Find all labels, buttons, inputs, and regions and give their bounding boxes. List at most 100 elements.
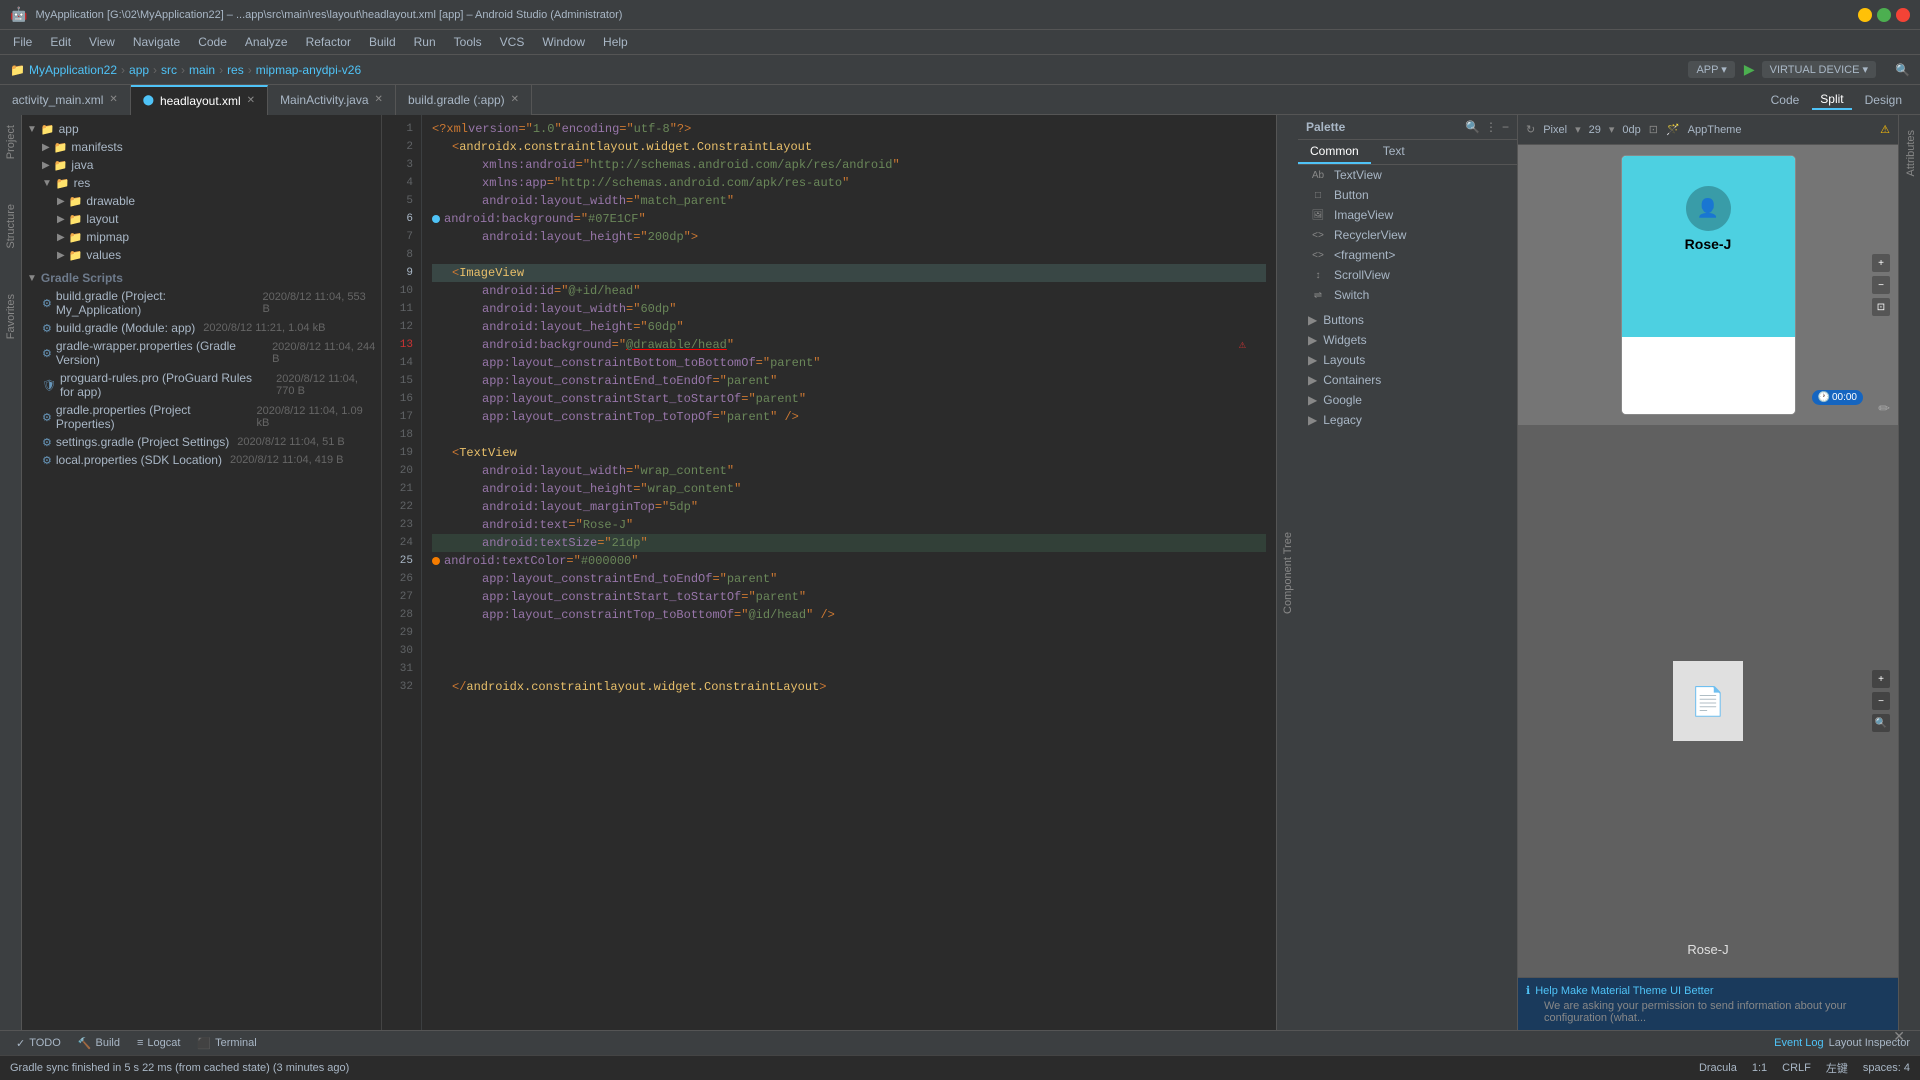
breadcrumb-src[interactable]: src: [161, 63, 177, 77]
palette-category-containers[interactable]: ▶ Containers: [1298, 370, 1517, 390]
toolbar-device-selector[interactable]: VIRTUAL DEVICE ▾: [1762, 61, 1876, 78]
component-tree-toggle[interactable]: Component Tree: [1276, 115, 1298, 1030]
tree-item-gradle-wrapper[interactable]: ⚙ gradle-wrapper.properties (Gradle Vers…: [22, 337, 381, 369]
code-area[interactable]: <?xml version =" 1.0 " encoding =" utf-8…: [422, 115, 1276, 1030]
breadcrumb-mipmap[interactable]: mipmap-anydpi-v26: [256, 63, 361, 77]
preview-0dp-label[interactable]: 0dp: [1622, 124, 1640, 136]
tab-buildgradle[interactable]: build.gradle (:app) ✕: [396, 85, 532, 115]
palette-tab-text[interactable]: Text: [1371, 140, 1417, 164]
palette-search-icon[interactable]: 🔍: [1465, 120, 1480, 134]
tree-item-mipmap[interactable]: ▶ 📁 mipmap: [22, 228, 381, 246]
tab-mainactivity[interactable]: MainActivity.java ✕: [268, 85, 396, 115]
minimize-button[interactable]: [1858, 8, 1872, 22]
encoding-label[interactable]: Dracula: [1699, 1062, 1737, 1074]
tab-mainactivity-close[interactable]: ✕: [375, 94, 383, 105]
tree-item-build-project[interactable]: ⚙ build.gradle (Project: My_Application)…: [22, 287, 381, 319]
tab-activity-main-close[interactable]: ✕: [109, 94, 117, 105]
preview-wand-icon[interactable]: 🪄: [1666, 123, 1680, 136]
preview-bottom-search[interactable]: 🔍: [1872, 714, 1890, 732]
event-log-link[interactable]: Event Log: [1774, 1037, 1824, 1049]
tree-item-java[interactable]: ▶ 📁 java: [22, 156, 381, 174]
tab-activity-main[interactable]: activity_main.xml ✕: [0, 85, 131, 115]
tree-item-manifests[interactable]: ▶ 📁 manifests: [22, 138, 381, 156]
menu-file[interactable]: File: [5, 33, 40, 51]
palette-category-widgets[interactable]: ▶ Widgets: [1298, 330, 1517, 350]
palette-category-legacy[interactable]: ▶ Legacy: [1298, 410, 1517, 430]
bottom-tab-build[interactable]: 🔨 Build: [72, 1035, 126, 1052]
close-button[interactable]: [1896, 8, 1910, 22]
palette-item-scrollview[interactable]: ↕ ScrollView: [1298, 265, 1517, 285]
menu-refactor[interactable]: Refactor: [298, 33, 359, 51]
tree-item-res[interactable]: ▼ 📁 res: [22, 174, 381, 192]
menu-build[interactable]: Build: [361, 33, 404, 51]
preview-zoom-in-button[interactable]: +: [1872, 254, 1890, 272]
tab-buildgradle-close[interactable]: ✕: [511, 94, 519, 105]
preview-bottom-zoom-out[interactable]: −: [1872, 692, 1890, 710]
tree-item-build-app[interactable]: ⚙ build.gradle (Module: app) 2020/8/12 1…: [22, 319, 381, 337]
palette-more-icon[interactable]: ⋮: [1485, 120, 1497, 134]
menu-run[interactable]: Run: [406, 33, 444, 51]
preview-zoom-out-button[interactable]: −: [1872, 276, 1890, 294]
tab-headlayout-close[interactable]: ✕: [247, 95, 255, 106]
palette-item-button[interactable]: □ Button: [1298, 185, 1517, 205]
view-code-tab[interactable]: Code: [1763, 91, 1808, 109]
menu-vcs[interactable]: VCS: [492, 33, 533, 51]
menu-analyze[interactable]: Analyze: [237, 33, 296, 51]
view-split-tab[interactable]: Split: [1812, 90, 1851, 110]
favorites-label[interactable]: Favorites: [2, 289, 20, 344]
menu-help[interactable]: Help: [595, 33, 636, 51]
breadcrumb-app[interactable]: MyApplication22: [29, 63, 117, 77]
palette-item-switch[interactable]: ⇌ Switch: [1298, 285, 1517, 305]
palette-item-fragment[interactable]: <> <fragment>: [1298, 245, 1517, 265]
tree-section-gradle[interactable]: ▼ Gradle Scripts: [22, 269, 381, 287]
preview-refresh-icon[interactable]: ↻: [1526, 123, 1535, 136]
palette-item-textview[interactable]: Ab TextView: [1298, 165, 1517, 185]
toolbar-run-button[interactable]: ▶: [1744, 61, 1755, 78]
structure-label[interactable]: Structure: [2, 199, 20, 254]
menu-window[interactable]: Window: [534, 33, 593, 51]
bottom-tab-logcat[interactable]: ≡ Logcat: [131, 1035, 186, 1051]
palette-tab-common[interactable]: Common: [1298, 140, 1371, 164]
info-banner-close[interactable]: ✕: [1893, 1028, 1905, 1030]
bottom-tab-terminal[interactable]: ⬛ Terminal: [191, 1035, 262, 1052]
info-banner-title[interactable]: Help Make Material Theme UI Better: [1535, 985, 1713, 997]
tree-item-app[interactable]: ▼ 📁 app: [22, 120, 381, 138]
palette-category-layouts[interactable]: ▶ Layouts: [1298, 350, 1517, 370]
palette-minus-icon[interactable]: −: [1502, 120, 1509, 134]
line-col-label[interactable]: 1:1: [1752, 1062, 1767, 1074]
preview-pixel-label[interactable]: Pixel: [1543, 124, 1567, 136]
view-design-tab[interactable]: Design: [1857, 91, 1910, 109]
toolbar-search-icon[interactable]: 🔍: [1895, 63, 1910, 77]
palette-item-recyclerview[interactable]: <> RecyclerView: [1298, 225, 1517, 245]
preview-theme-label[interactable]: AppTheme: [1688, 124, 1742, 136]
menu-code[interactable]: Code: [190, 33, 235, 51]
tree-item-proguard[interactable]: 🛡 proguard-rules.pro (ProGuard Rules for…: [22, 369, 381, 401]
breadcrumb-app2[interactable]: app: [129, 63, 149, 77]
attributes-label[interactable]: Attributes: [1899, 125, 1920, 181]
palette-category-google[interactable]: ▶ Google: [1298, 390, 1517, 410]
preview-fit-button[interactable]: ⊡: [1872, 298, 1890, 316]
tree-item-settings-gradle[interactable]: ⚙ settings.gradle (Project Settings) 202…: [22, 433, 381, 451]
spaces-label[interactable]: spaces: 4: [1863, 1062, 1910, 1074]
tree-item-gradle-props[interactable]: ⚙ gradle.properties (Project Properties)…: [22, 401, 381, 433]
tree-item-layout[interactable]: ▶ 📁 layout: [22, 210, 381, 228]
tree-item-drawable[interactable]: ▶ 📁 drawable: [22, 192, 381, 210]
toolbar-project-selector[interactable]: APP ▾: [1688, 61, 1734, 78]
menu-view[interactable]: View: [81, 33, 123, 51]
project-label[interactable]: Project: [2, 120, 20, 164]
tree-item-local-props[interactable]: ⚙ local.properties (SDK Location) 2020/8…: [22, 451, 381, 469]
line-ending-label[interactable]: CRLF: [1782, 1062, 1811, 1074]
breadcrumb-main[interactable]: main: [189, 63, 215, 77]
tab-headlayout[interactable]: ⬤ headlayout.xml ✕: [131, 85, 268, 115]
breadcrumb-res[interactable]: res: [227, 63, 244, 77]
preview-bottom-zoom-in[interactable]: +: [1872, 670, 1890, 688]
preview-dp-label[interactable]: 29: [1589, 124, 1601, 136]
tree-item-values[interactable]: ▶ 📁 values: [22, 246, 381, 264]
menu-edit[interactable]: Edit: [42, 33, 79, 51]
menu-navigate[interactable]: Navigate: [125, 33, 188, 51]
edit-pencil-icon[interactable]: ✏: [1878, 400, 1890, 417]
palette-category-buttons[interactable]: ▶ Buttons: [1298, 310, 1517, 330]
menu-tools[interactable]: Tools: [446, 33, 490, 51]
bottom-tab-todo[interactable]: ✓ TODO: [10, 1035, 67, 1052]
palette-item-imageview[interactable]: 🖼 ImageView: [1298, 205, 1517, 225]
